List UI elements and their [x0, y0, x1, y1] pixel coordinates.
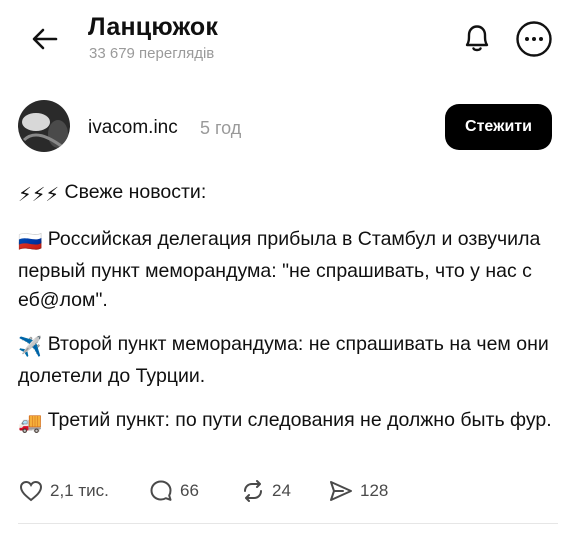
more-icon[interactable] [513, 18, 555, 60]
follow-button[interactable]: Стежити [445, 104, 552, 150]
comment-icon [150, 480, 172, 501]
post-paragraph: 🚚 Третий пункт: по пути следования не до… [18, 406, 558, 438]
russia-flag-icon: 🇷🇺 [18, 231, 43, 253]
comments-count: 66 [180, 481, 199, 500]
bell-icon[interactable] [457, 18, 497, 58]
post-time: 5 год [200, 118, 242, 138]
lightning-icon: ⚡⚡⚡ [18, 184, 60, 206]
reposts-count: 24 [272, 481, 291, 500]
author-name[interactable]: ivacom.inc [88, 117, 178, 139]
post-paragraph: 🇷🇺 Российская делегация прибыла в Стамбу… [18, 228, 541, 311]
heart-icon [19, 480, 43, 502]
page-title: Ланцюжок [88, 13, 219, 41]
post-paragraph: ⚡⚡⚡ Свеже новости: [18, 178, 558, 210]
arrow-left-icon[interactable] [28, 22, 62, 56]
repost-icon [244, 480, 262, 502]
avatar[interactable] [18, 100, 70, 152]
post-paragraph: ✈️ Второй пункт меморандума: не спрашива… [18, 333, 549, 387]
likes-count: 2,1 тис. [50, 481, 109, 500]
share-button[interactable]: 128 [328, 476, 388, 506]
top-bar: Ланцюжок 33 679 переглядів [0, 0, 576, 80]
repost-button[interactable]: 24 [240, 476, 291, 506]
views-count: 33 679 переглядів [89, 45, 215, 62]
divider [18, 523, 558, 524]
post-actions: 2,1 тис. 66 24 128 [18, 476, 558, 506]
truck-icon: 🚚 [18, 412, 43, 434]
like-button[interactable]: 2,1 тис. [18, 476, 109, 506]
send-icon [330, 481, 352, 501]
comment-button[interactable]: 66 [148, 476, 199, 506]
airplane-icon: ✈️ [18, 336, 43, 358]
avatar-image [18, 100, 70, 152]
shares-count: 128 [360, 481, 389, 500]
post-text: ⚡⚡⚡ Свеже новости: 🇷🇺 Российская делегац… [18, 178, 558, 453]
